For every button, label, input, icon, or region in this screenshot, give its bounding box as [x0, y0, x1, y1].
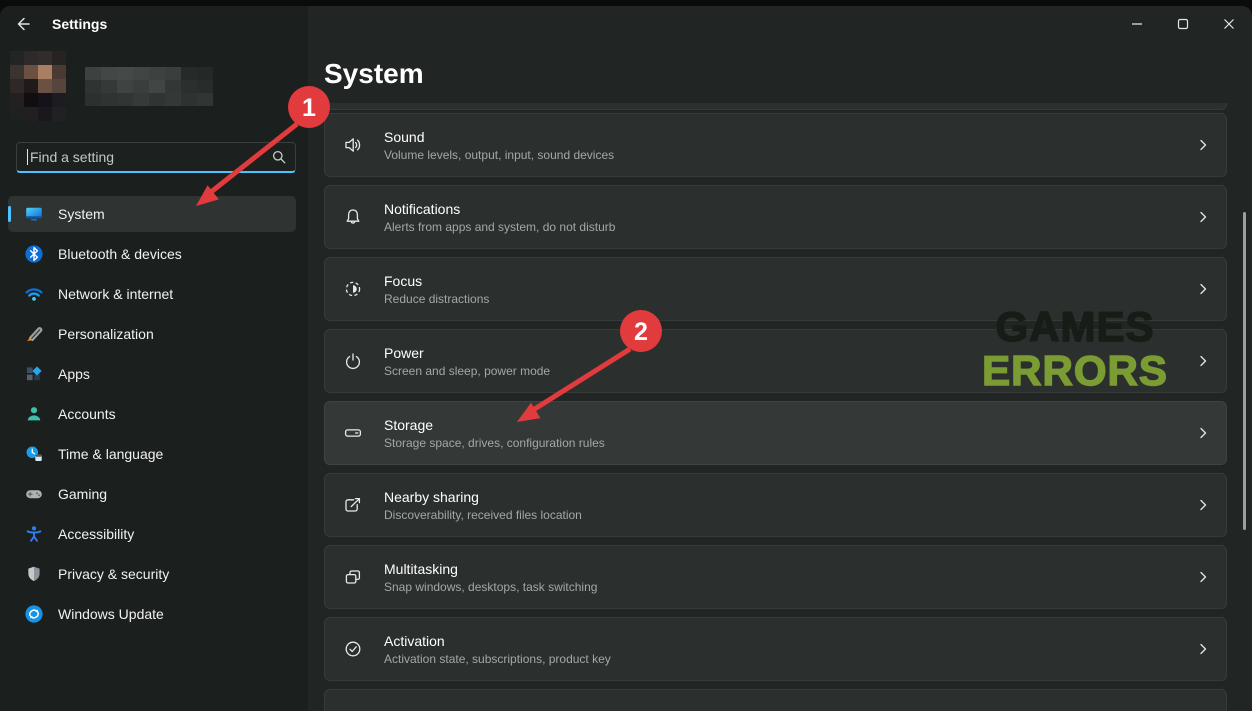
speaker-icon [343, 135, 363, 155]
card-title: Activation [384, 633, 1188, 649]
card-subtitle: Storage space, drives, configuration rul… [384, 436, 1188, 450]
sidebar-item-apps[interactable]: Apps [8, 356, 296, 392]
sidebar-item-label: Privacy & security [58, 566, 169, 582]
settings-card-storage[interactable]: Storage Storage space, drives, configura… [324, 401, 1227, 465]
person-icon [24, 404, 44, 424]
search-icon [271, 149, 287, 165]
maximize-icon [1177, 18, 1189, 30]
settings-card-sound[interactable]: Sound Volume levels, output, input, soun… [324, 113, 1227, 177]
sidebar-item-accounts[interactable]: Accounts [8, 396, 296, 432]
card-subtitle: Activation state, subscriptions, product… [384, 652, 1188, 666]
sidebar-item-label: Personalization [58, 326, 154, 342]
sidebar-item-time-language[interactable]: Time & language [8, 436, 296, 472]
card-subtitle: Reduce distractions [384, 292, 1188, 306]
search-input[interactable] [30, 149, 271, 165]
sidebar-item-label: Accessibility [58, 526, 134, 542]
chevron-right-icon [1196, 210, 1210, 224]
settings-card-multitasking[interactable]: Multitasking Snap windows, desktops, tas… [324, 545, 1227, 609]
back-button[interactable] [12, 13, 34, 35]
sidebar-item-label: Bluetooth & devices [58, 246, 182, 262]
close-button[interactable] [1206, 6, 1252, 42]
scrollbar-thumb[interactable] [1243, 212, 1246, 530]
sidebar-item-label: Accounts [58, 406, 116, 422]
paintbrush-icon [24, 324, 44, 344]
multitasking-icon [343, 567, 363, 587]
search-box[interactable] [16, 142, 296, 173]
chevron-right-icon [1196, 138, 1210, 152]
settings-window: Settings [0, 6, 1252, 711]
power-icon [343, 351, 363, 371]
titlebar: Settings [0, 6, 1252, 42]
apps-icon [24, 364, 44, 384]
sidebar-item-accessibility[interactable]: Accessibility [8, 516, 296, 552]
sidebar-item-personalization[interactable]: Personalization [8, 316, 296, 352]
card-subtitle: Discoverability, received files location [384, 508, 1188, 522]
shield-icon [24, 564, 44, 584]
settings-card-nearby-sharing[interactable]: Nearby sharing Discoverability, received… [324, 473, 1227, 537]
back-arrow-icon [14, 15, 32, 33]
sidebar-item-label: Apps [58, 366, 90, 382]
sidebar-item-label: System [58, 206, 105, 222]
card-title: Power [384, 345, 1188, 361]
card-subtitle: Alerts from apps and system, do not dist… [384, 220, 1188, 234]
card-title: Focus [384, 273, 1188, 289]
close-icon [1223, 18, 1235, 30]
sidebar-item-windows-update[interactable]: Windows Update [8, 596, 296, 632]
storage-drive-icon [343, 423, 363, 443]
settings-card-focus[interactable]: Focus Reduce distractions [324, 257, 1227, 321]
scrolled-card-edge[interactable] [324, 103, 1227, 110]
maximize-button[interactable] [1160, 6, 1206, 42]
settings-card-notifications[interactable]: Notifications Alerts from apps and syste… [324, 185, 1227, 249]
update-icon [24, 604, 44, 624]
sidebar: System Bluetooth & devices Network & int… [0, 42, 308, 711]
settings-card-partial[interactable] [324, 689, 1227, 711]
accessibility-icon [24, 524, 44, 544]
sidebar-item-bluetooth-devices[interactable]: Bluetooth & devices [8, 236, 296, 272]
chevron-right-icon [1196, 354, 1210, 368]
gamepad-icon [24, 484, 44, 504]
settings-card-activation[interactable]: Activation Activation state, subscriptio… [324, 617, 1227, 681]
sidebar-item-label: Network & internet [58, 286, 173, 302]
card-title: Storage [384, 417, 1188, 433]
window-controls [1114, 6, 1252, 42]
sidebar-item-gaming[interactable]: Gaming [8, 476, 296, 512]
clock-language-icon [24, 444, 44, 464]
sidebar-item-system[interactable]: System [8, 196, 296, 232]
app-title: Settings [52, 16, 107, 32]
chevron-right-icon [1196, 642, 1210, 656]
minimize-icon [1131, 18, 1143, 30]
sidebar-item-label: Windows Update [58, 606, 164, 622]
chevron-right-icon [1196, 498, 1210, 512]
text-caret [27, 149, 28, 165]
settings-card-power[interactable]: Power Screen and sleep, power mode [324, 329, 1227, 393]
chevron-right-icon [1196, 570, 1210, 584]
card-title: Multitasking [384, 561, 1188, 577]
focus-icon [343, 279, 363, 299]
card-title: Notifications [384, 201, 1188, 217]
sidebar-item-label: Time & language [58, 446, 163, 462]
card-title: Nearby sharing [384, 489, 1188, 505]
sidebar-item-privacy-security[interactable]: Privacy & security [8, 556, 296, 592]
checkmark-circle-icon [343, 639, 363, 659]
sidebar-nav: System Bluetooth & devices Network & int… [8, 196, 296, 636]
user-name-blurred [85, 67, 213, 106]
card-subtitle: Screen and sleep, power mode [384, 364, 1188, 378]
user-avatar [10, 51, 66, 121]
nearby-sharing-icon [343, 495, 363, 515]
minimize-button[interactable] [1114, 6, 1160, 42]
bell-icon [343, 207, 363, 227]
chevron-right-icon [1196, 426, 1210, 440]
sidebar-item-network-internet[interactable]: Network & internet [8, 276, 296, 312]
page-title: System [324, 58, 424, 90]
bluetooth-icon [24, 244, 44, 264]
settings-card-list: Sound Volume levels, output, input, soun… [324, 103, 1227, 711]
chevron-right-icon [1196, 282, 1210, 296]
card-subtitle: Snap windows, desktops, task switching [384, 580, 1188, 594]
card-title: Sound [384, 129, 1188, 145]
sidebar-item-label: Gaming [58, 486, 107, 502]
system-icon [24, 204, 44, 224]
card-subtitle: Volume levels, output, input, sound devi… [384, 148, 1188, 162]
wifi-icon [24, 284, 44, 304]
